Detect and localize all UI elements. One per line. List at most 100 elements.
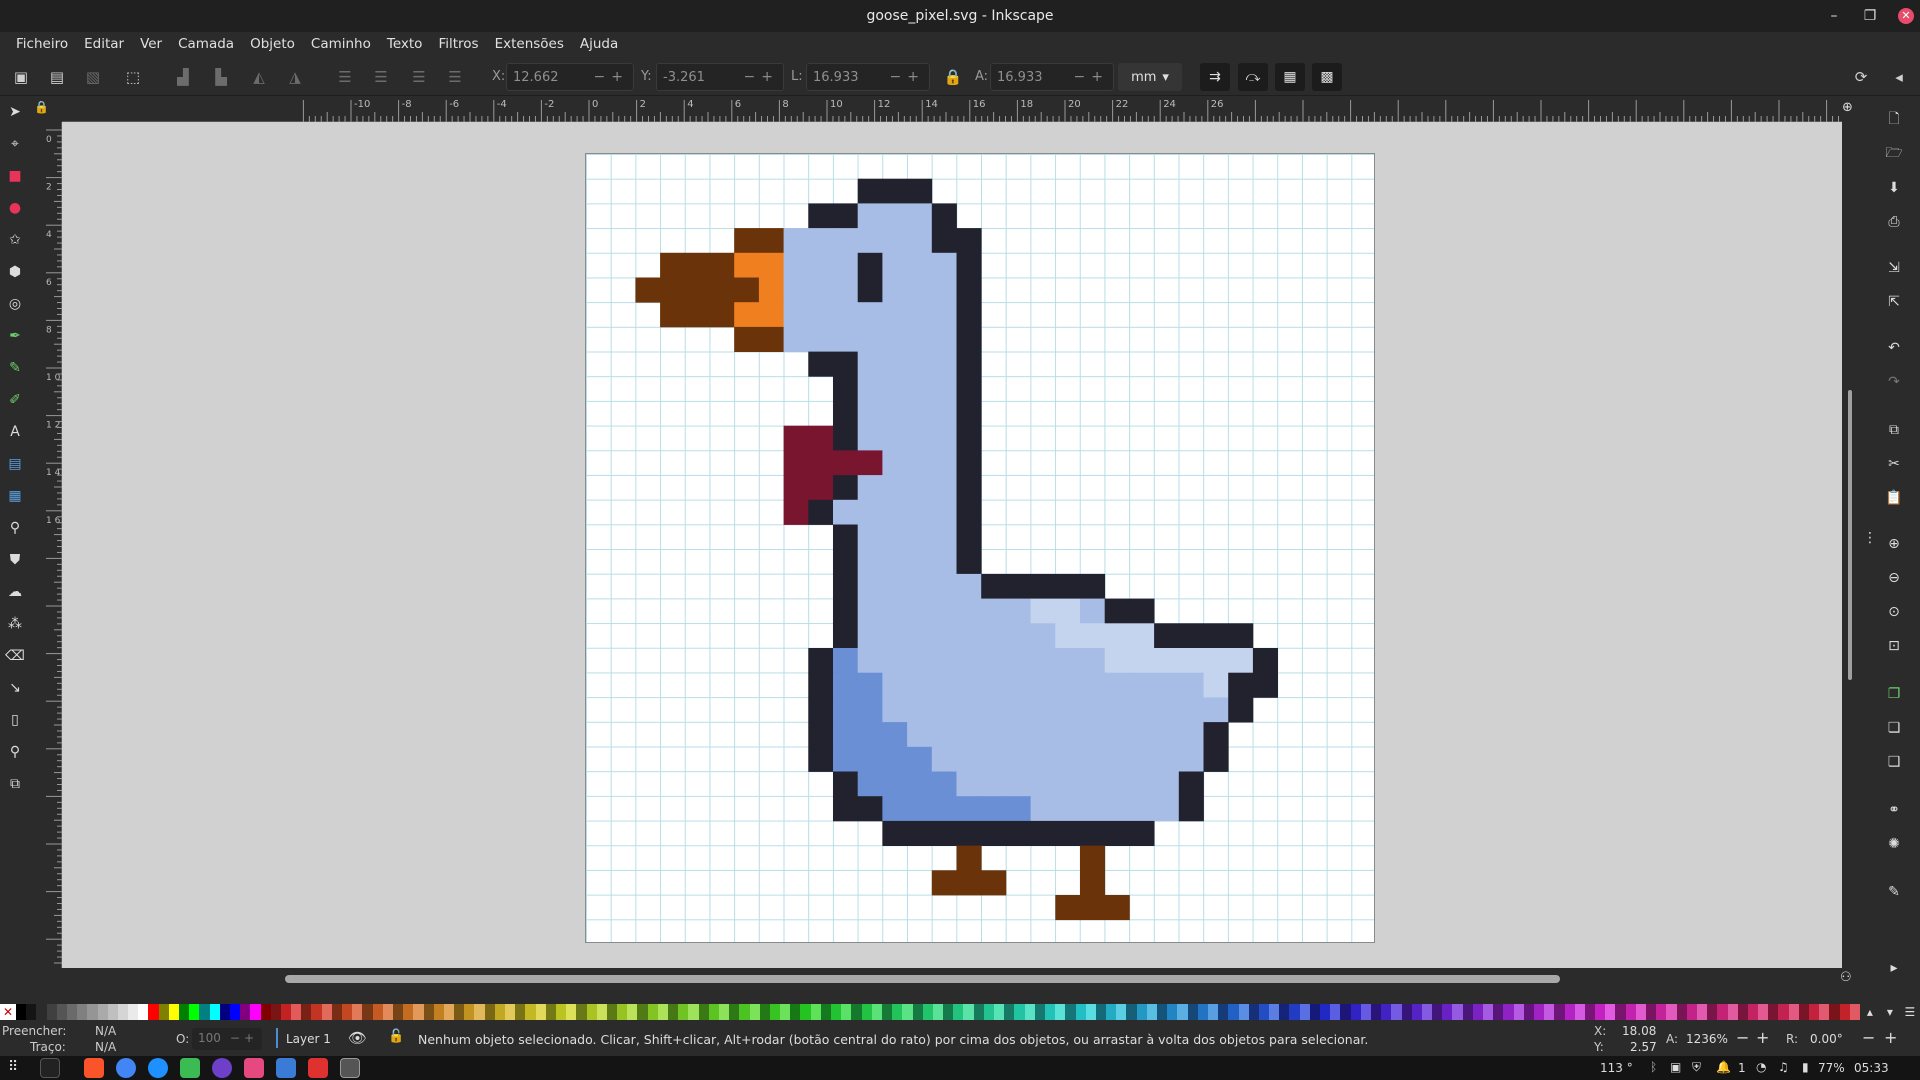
pixel-body-light[interactable] [882,549,908,575]
pixel-body-dark[interactable] [907,771,933,797]
pixel-body-light[interactable] [1154,697,1180,723]
vscode-icon[interactable] [276,1058,296,1078]
pixel-body-light[interactable] [907,573,933,599]
pixel-body-dark[interactable] [857,746,883,772]
pixel-body-light[interactable] [882,302,908,328]
color-swatch[interactable] [647,1004,658,1020]
pixel-body-light[interactable] [1104,697,1130,723]
pixel-body-light[interactable] [857,228,883,254]
pixel-body-light[interactable] [882,203,908,229]
zoom-page-width-icon[interactable]: ⊡ [1882,634,1906,658]
pixel-outline[interactable] [1178,771,1204,797]
vertical-ruler[interactable]: 0 2 4 6 8 1 0 1 2 1 4 1 6 [44,122,62,968]
color-swatch[interactable] [739,1004,750,1020]
pixel-body-light[interactable] [907,598,933,624]
color-swatch[interactable] [291,1004,302,1020]
color-swatch[interactable] [1676,1004,1687,1020]
pixel-body-light[interactable] [1080,648,1106,674]
touch-select-icon[interactable]: ⬚ [118,62,148,92]
zoom-selection-icon[interactable]: ⊕ [1882,532,1906,556]
select-all-icon[interactable]: ▣ [6,62,36,92]
pixel-outline[interactable] [956,302,982,328]
pixel-outline[interactable] [857,277,883,303]
menu-object[interactable]: Objeto [242,36,303,52]
pixel-outline[interactable] [833,598,859,624]
pixel-body-light[interactable] [907,549,933,575]
pixel-beak[interactable] [758,252,784,278]
color-swatch[interactable] [1686,1004,1697,1020]
pixel-body-light[interactable] [882,277,908,303]
lower-icon[interactable]: ☰ [404,62,434,92]
pixel-body-pale[interactable] [1055,623,1081,649]
pixel-body-light[interactable] [956,746,982,772]
pixel-body-light[interactable] [857,425,883,451]
pixel-body-light[interactable] [882,450,908,476]
color-swatch[interactable] [841,1004,852,1020]
pixel-outline[interactable] [1252,648,1278,674]
pixel-body-dark[interactable] [931,771,957,797]
color-swatch[interactable] [138,1004,149,1020]
lock-icon[interactable]: 🔓 [388,1029,404,1044]
color-swatch[interactable] [1136,1004,1147,1020]
fill-value[interactable]: N/A [95,1024,116,1038]
pixel-body-light[interactable] [1080,746,1106,772]
pixel-body-light[interactable] [1104,771,1130,797]
color-swatch[interactable] [749,1004,760,1020]
color-swatch[interactable] [1625,1004,1636,1020]
new-document-icon[interactable]: 🗋 [1882,108,1906,132]
pixel-body-light[interactable] [931,252,957,278]
pixel-outline[interactable] [1178,796,1204,822]
color-swatch[interactable] [1574,1004,1585,1020]
color-swatch[interactable] [912,1004,923,1020]
pixel-body-light[interactable] [1030,697,1056,723]
pixel-body-light[interactable] [931,697,957,723]
pixel-body-dark[interactable] [857,771,883,797]
measure-tool-icon[interactable]: ⧉ [3,772,27,796]
pixel-body-light[interactable] [931,302,957,328]
text-tool-icon[interactable]: A [3,420,27,444]
pixel-body-light[interactable] [907,326,933,352]
pixel-body-light[interactable] [808,252,834,278]
color-swatch[interactable] [229,1004,241,1020]
pixel-body-light[interactable] [882,672,908,698]
color-swatch[interactable] [270,1004,281,1020]
scale-corners-icon[interactable]: ⤼ [1238,63,1268,91]
pixel-body-light[interactable] [1154,746,1180,772]
color-swatch[interactable] [1157,1004,1168,1020]
pixel-body-dark[interactable] [833,697,859,723]
pixel-body-light[interactable] [1055,771,1081,797]
pixel-outline[interactable] [808,722,834,748]
y-input[interactable]: -3.261 −+ [656,63,784,91]
eraser-tool-icon[interactable]: ⌫ [3,644,27,668]
rotation-value[interactable]: 0.00° [1810,1032,1843,1046]
pixel-body-light[interactable] [1129,771,1155,797]
pixel-body-light[interactable] [1154,796,1180,822]
pixel-beak-dark[interactable] [709,252,735,278]
color-swatch[interactable] [454,1004,465,1020]
x-stepper[interactable]: −+ [594,69,629,85]
pixel-body-light[interactable] [981,598,1007,624]
zoom-value[interactable]: 1236% [1686,1032,1728,1046]
pixel-body-pale[interactable] [1203,672,1229,698]
color-swatch[interactable] [780,1004,791,1020]
color-swatch[interactable] [1330,1004,1341,1020]
color-swatch[interactable] [657,1004,668,1020]
color-swatch[interactable] [362,1004,373,1020]
pixel-body-light[interactable] [882,228,908,254]
pixel-body-light[interactable] [981,771,1007,797]
select-all-layers-icon[interactable]: ▤ [42,62,72,92]
pixel-body-pale[interactable] [1228,648,1254,674]
pixel-body-light[interactable] [1030,746,1056,772]
save-icon[interactable]: ⬇ [1882,176,1906,200]
color-swatch[interactable] [36,1004,47,1020]
pixel-body-dark[interactable] [882,771,908,797]
color-swatch[interactable] [1014,1004,1025,1020]
color-swatch[interactable] [26,1004,37,1020]
pixel-body-light[interactable] [857,573,883,599]
horizontal-ruler[interactable]: -10 -8 -6 -4 -2 0 2 4 6 8 10 12 14 16 18 20 22 24 26 [62,96,1842,122]
color-swatch[interactable] [983,1004,994,1020]
color-swatch[interactable] [1564,1004,1575,1020]
flip-vertical-icon[interactable]: ◮ [280,62,310,92]
pixel-body-light[interactable] [1030,722,1056,748]
pixel-body-light[interactable] [882,598,908,624]
